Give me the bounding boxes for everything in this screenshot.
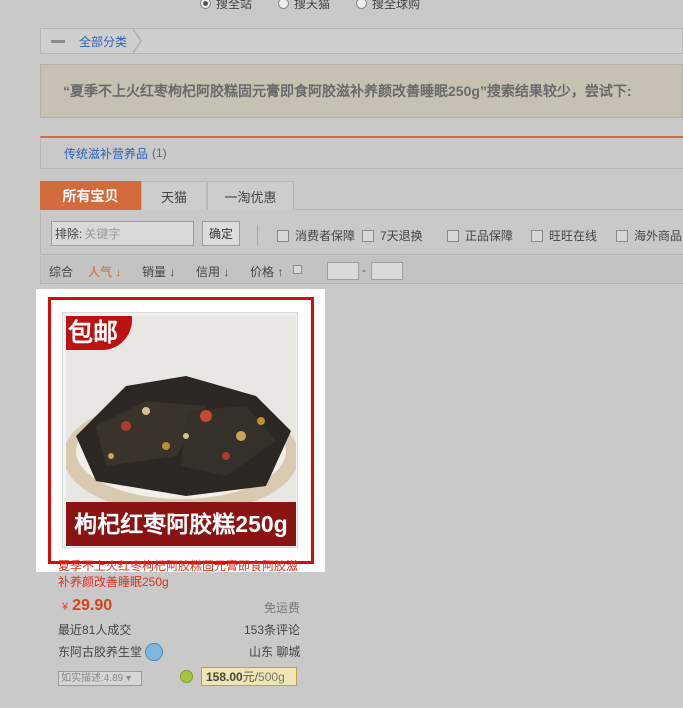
price-dropdown-icon[interactable] — [293, 265, 302, 274]
shipping-info: 免运费 — [264, 601, 301, 615]
checkbox-consumer-protection[interactable]: 消费者保障 — [277, 227, 355, 244]
sort-label: 价格 — [250, 265, 275, 279]
price-value: 29.90 — [72, 597, 113, 614]
shop-name-link[interactable]: 东阿古胶养生堂 — [58, 643, 142, 660]
sort-label: 销量 — [142, 265, 167, 279]
checkbox-label: 海外商品 — [634, 229, 683, 243]
description-rating-dropdown[interactable]: 如实描述:4.89 ▾ — [58, 671, 142, 686]
price-max-input[interactable] — [371, 262, 403, 280]
checkbox-wangwang-online[interactable]: 旺旺在线 — [531, 227, 597, 244]
product-photo: 包邮 枸杞红枣阿胶糕250g — [66, 316, 296, 546]
breadcrumb-all-categories[interactable]: 全部分类 — [79, 33, 133, 50]
checkbox-icon[interactable] — [616, 229, 628, 242]
reviews-link[interactable]: 153条评论 — [244, 621, 300, 638]
scope-option-all[interactable]: 搜全站 — [200, 0, 252, 11]
scope-option-tmall[interactable]: 搜天猫 — [278, 0, 330, 11]
breadcrumb-arrow-icon — [132, 28, 143, 54]
sort-bar: 综合 人气 ↓ 销量 ↓ 信用 ↓ 价格 ↑ - — [40, 256, 683, 284]
price-min-input[interactable] — [327, 262, 359, 280]
sort-credit[interactable]: 信用 ↓ — [196, 263, 229, 280]
scope-option-label: 搜全站 — [216, 0, 253, 11]
arrow-up-icon: ↑ — [277, 265, 284, 279]
tab-etao-deals[interactable]: 一淘优惠 — [207, 181, 294, 210]
checkbox-icon[interactable] — [447, 229, 459, 242]
exclude-placeholder: 关键字 — [84, 227, 121, 241]
item-image[interactable]: 包邮 枸杞红枣阿胶糕250g — [62, 312, 298, 548]
radio-selected-icon[interactable] — [200, 0, 211, 9]
item-title-link[interactable]: 夏季不上火红枣枸杞阿胶糕固元膏即食阿胶滋补养颜改善睡眠250g — [58, 558, 308, 590]
checkbox-overseas[interactable]: 海外商品 — [616, 227, 682, 244]
radio-icon[interactable] — [278, 0, 290, 9]
sort-popularity[interactable]: 人气 ↓ — [88, 263, 121, 280]
unit-price-badge: 158.00 元/500g — [201, 667, 297, 686]
tab-tmall[interactable]: 天猫 — [141, 181, 207, 210]
search-scope-options: 搜全站 搜天猫 搜全球购 — [200, 0, 420, 11]
divider — [257, 225, 258, 245]
sort-sales[interactable]: 销量 ↓ — [142, 263, 175, 280]
notice-text: “夏季不上火红枣枸杞阿胶糕固元膏即食阿胶滋补养颜改善睡眠250g”搜索结果较少，… — [63, 83, 632, 99]
unit-price-value: 158.00 — [206, 669, 243, 684]
checkbox-icon[interactable] — [531, 229, 543, 242]
sales-count: 最近81人成交 — [58, 623, 132, 637]
breadcrumb: 全部分类 — [40, 28, 683, 54]
arrow-down-icon: ↓ — [115, 265, 122, 279]
chevron-down-icon: ▾ — [126, 673, 132, 684]
currency-symbol: ¥ — [62, 601, 69, 613]
checkbox-7day-return[interactable]: 7天退换 — [362, 227, 423, 244]
checkbox-label: 消费者保障 — [295, 229, 356, 243]
scope-option-global[interactable]: 搜全球购 — [356, 0, 420, 11]
price-range-dash: - — [362, 263, 366, 277]
sort-label: 人气 — [88, 265, 113, 279]
tab-all-items[interactable]: 所有宝贝 — [40, 181, 141, 210]
scope-option-label: 搜全球购 — [372, 0, 421, 11]
result-tabs: 所有宝贝 天猫 一淘优惠 — [40, 181, 683, 210]
checkbox-label: 正品保障 — [465, 229, 514, 243]
checkbox-icon[interactable] — [362, 229, 374, 242]
checkbox-label: 旺旺在线 — [549, 229, 598, 243]
confirm-button[interactable]: 确定 — [202, 221, 240, 246]
filter-bar: 排除: 关键字 确定 消费者保障 7天退换 正品保障 旺旺在线 海外商品 — [40, 211, 683, 255]
checkbox-label: 7天退换 — [380, 229, 423, 243]
unit-price-icon — [180, 670, 193, 683]
category-count: (1) — [152, 146, 167, 160]
arrow-down-icon: ↓ — [169, 265, 176, 279]
arrow-down-icon: ↓ — [223, 265, 230, 279]
few-results-notice: “夏季不上火红枣枸杞阿胶糕固元膏即食阿胶滋补养颜改善睡眠250g”搜索结果较少，… — [40, 64, 683, 118]
collapse-icon[interactable] — [51, 39, 65, 43]
category-link[interactable]: 传统滋补营养品 — [64, 145, 148, 162]
sort-price[interactable]: 价格 ↑ — [250, 263, 283, 280]
unit-price-qty: 500g — [258, 669, 285, 684]
category-filter: 传统滋补营养品 (1) — [40, 136, 683, 169]
unit-price-yuan: 元/ — [242, 670, 259, 684]
exclude-label: 排除: — [55, 227, 83, 241]
shop-location: 山东 聊城 — [249, 645, 301, 659]
image-banner-text: 枸杞红枣阿胶糕250g — [66, 502, 296, 546]
wangwang-chat-icon[interactable] — [145, 643, 163, 661]
radio-icon[interactable] — [356, 0, 368, 9]
scope-option-label: 搜天猫 — [294, 0, 331, 11]
rating-text: 如实描述:4.89 — [61, 673, 124, 684]
sort-label: 信用 — [196, 265, 221, 279]
exclude-input[interactable]: 排除: 关键字 — [51, 221, 194, 246]
checkbox-icon[interactable] — [277, 229, 289, 242]
item-price: ¥29.90 — [62, 597, 112, 615]
sort-default[interactable]: 综合 — [49, 263, 73, 280]
checkbox-genuine[interactable]: 正品保障 — [447, 227, 513, 244]
